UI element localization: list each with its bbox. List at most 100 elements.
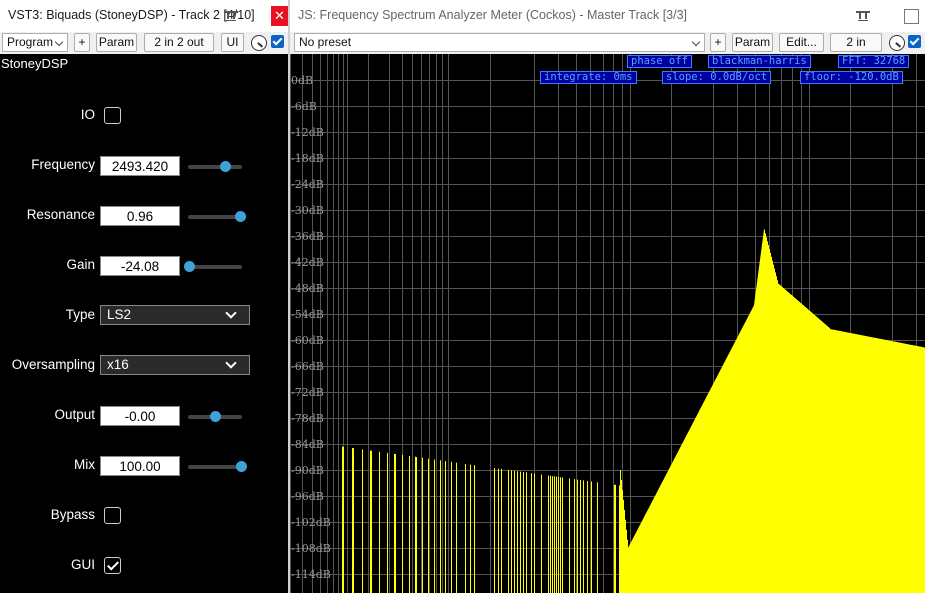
param-row-frequency: Frequency 2493.420 xyxy=(0,154,288,178)
output-slider[interactable] xyxy=(188,411,242,422)
gui-label: GUI xyxy=(70,557,95,572)
vst-plugin-window: VST3: Biquads (StoneyDSP) - Track 2 [4/1… xyxy=(0,0,288,593)
resonance-slider-thumb[interactable] xyxy=(234,211,246,222)
db-tick-label: -84dB xyxy=(291,438,324,451)
wet-knob-icon[interactable] xyxy=(251,35,267,51)
pin-icon[interactable] xyxy=(856,9,870,23)
io-routing-button[interactable]: 2 in xyxy=(830,33,882,52)
plugin-panel: StoneyDSP IO Frequency 2493.420 Resonance 0.… xyxy=(0,54,288,593)
param-row-gui: GUI xyxy=(0,554,288,578)
io-checkbox[interactable] xyxy=(104,107,121,124)
add-button[interactable]: + xyxy=(74,33,90,52)
spectrum-display[interactable]: 0dB -6dB -12dB -18dB -24dB -30dB -36dB -42dB -48… xyxy=(290,54,925,593)
right-title-bar[interactable]: JS: Frequency Spectrum Analyzer Meter (C… xyxy=(290,0,925,32)
db-tick-label: -108dB xyxy=(291,542,331,555)
oversampling-dropdown[interactable]: x16 xyxy=(100,355,250,375)
add-button[interactable]: + xyxy=(710,33,726,52)
param-row-type: Type LS2 xyxy=(0,304,288,328)
type-dropdown-value: LS2 xyxy=(107,307,132,322)
close-button[interactable]: ✕ xyxy=(271,6,288,26)
param-row-io: IO xyxy=(0,104,288,128)
preset-dropdown-value: No preset xyxy=(299,35,352,49)
mix-value-field[interactable]: 100.00 xyxy=(100,456,180,476)
param-button[interactable]: Param xyxy=(96,33,137,52)
resonance-slider[interactable] xyxy=(188,211,246,222)
output-label: Output xyxy=(54,407,95,422)
param-row-gain: Gain -24.08 xyxy=(0,254,288,278)
output-value-field[interactable]: -0.00 xyxy=(100,406,180,426)
frequency-label: Frequency xyxy=(31,157,95,172)
db-tick-label: -114dB xyxy=(291,568,331,581)
slope-status[interactable]: slope: 0.0dB/oct xyxy=(662,71,772,84)
maximize-button[interactable] xyxy=(904,9,919,24)
program-dropdown[interactable]: Program xyxy=(2,33,68,52)
db-tick-label: -6dB xyxy=(291,100,317,113)
gain-slider[interactable] xyxy=(184,261,242,272)
db-tick-label: -42dB xyxy=(291,256,324,269)
param-row-oversampling: Oversampling x16 xyxy=(0,354,288,378)
gain-label: Gain xyxy=(66,257,95,272)
chevron-down-icon xyxy=(225,307,237,319)
preset-dropdown[interactable]: No preset xyxy=(294,33,705,52)
frequency-slider-thumb[interactable] xyxy=(219,161,231,172)
bypass-checkbox[interactable] xyxy=(908,35,921,48)
db-tick-label: -60dB xyxy=(291,334,324,347)
fft-size-status[interactable]: FFT: 32768 xyxy=(838,55,910,68)
ui-button[interactable]: UI xyxy=(221,33,244,52)
bypass-checkbox[interactable] xyxy=(271,35,284,48)
param-row-bypass: Bypass xyxy=(0,504,288,528)
program-dropdown-label: Program xyxy=(7,35,54,49)
oversampling-label: Oversampling xyxy=(11,357,95,372)
io-label: IO xyxy=(80,107,95,122)
mix-slider[interactable] xyxy=(188,461,247,472)
db-tick-label: -96dB xyxy=(291,490,324,503)
desktop: VST3: Biquads (StoneyDSP) - Track 2 [4/1… xyxy=(0,0,925,593)
db-tick-label: -48dB xyxy=(291,282,324,295)
db-tick-label: -54dB xyxy=(291,308,324,321)
edit-button[interactable]: Edit... xyxy=(779,33,824,52)
integrate-status[interactable]: integrate: 0ms xyxy=(540,71,637,84)
db-tick-label: -102dB xyxy=(291,516,331,529)
spectrum-highband xyxy=(628,229,922,593)
gain-slider-thumb[interactable] xyxy=(184,261,196,272)
bypass-label: Bypass xyxy=(50,507,95,522)
db-tick-label: -24dB xyxy=(291,178,324,191)
frequency-slider[interactable] xyxy=(188,161,242,172)
type-label: Type xyxy=(65,307,95,322)
output-slider-thumb[interactable] xyxy=(210,411,221,422)
gui-checkbox[interactable] xyxy=(104,557,121,574)
phase-status[interactable]: phase off xyxy=(627,55,692,68)
param-row-output: Output -0.00 xyxy=(0,404,288,428)
mix-label: Mix xyxy=(74,457,95,472)
db-tick-label: -36dB xyxy=(291,230,324,243)
left-title-bar[interactable]: VST3: Biquads (StoneyDSP) - Track 2 [4/1… xyxy=(0,0,288,32)
resonance-label: Resonance xyxy=(26,207,95,222)
left-window-title: VST3: Biquads (StoneyDSP) - Track 2 [4/1… xyxy=(8,8,255,22)
resonance-value-field[interactable]: 0.96 xyxy=(100,206,180,226)
io-routing-button[interactable]: 2 in 2 out xyxy=(144,33,214,52)
param-row-mix: Mix 100.00 xyxy=(0,454,288,478)
type-dropdown[interactable]: LS2 xyxy=(100,305,250,325)
left-toolbar: Program + Param 2 in 2 out UI xyxy=(0,32,288,54)
db-tick-label: -78dB xyxy=(291,412,324,425)
mix-slider-thumb[interactable] xyxy=(235,461,247,472)
pin-icon[interactable] xyxy=(224,9,238,23)
window-status[interactable]: blackman-harris xyxy=(708,55,811,68)
param-button[interactable]: Param xyxy=(732,33,773,52)
db-tick-label: -30dB xyxy=(291,204,324,217)
floor-status[interactable]: floor: -120.0dB xyxy=(800,71,903,84)
db-tick-label: 0dB xyxy=(291,74,313,87)
right-window-title: JS: Frequency Spectrum Analyzer Meter (C… xyxy=(298,8,688,22)
param-row-resonance: Resonance 0.96 xyxy=(0,204,288,228)
db-tick-label: -90dB xyxy=(291,464,324,477)
spectrum-graph: 0dB -6dB -12dB -18dB -24dB -30dB -36dB -42dB -48… xyxy=(290,54,925,593)
bypass-checkbox[interactable] xyxy=(104,507,121,524)
gain-value-field[interactable]: -24.08 xyxy=(100,256,180,276)
db-axis-labels: 0dB -6dB -12dB -18dB -24dB -30dB -36dB -42dB -48… xyxy=(291,74,331,581)
chevron-down-icon xyxy=(225,357,237,369)
db-tick-label: -72dB xyxy=(291,386,324,399)
js-analyzer-window: JS: Frequency Spectrum Analyzer Meter (C… xyxy=(290,0,925,593)
frequency-value-field[interactable]: 2493.420 xyxy=(100,156,180,176)
chevron-down-icon xyxy=(54,37,64,47)
wet-knob-icon[interactable] xyxy=(889,35,905,51)
